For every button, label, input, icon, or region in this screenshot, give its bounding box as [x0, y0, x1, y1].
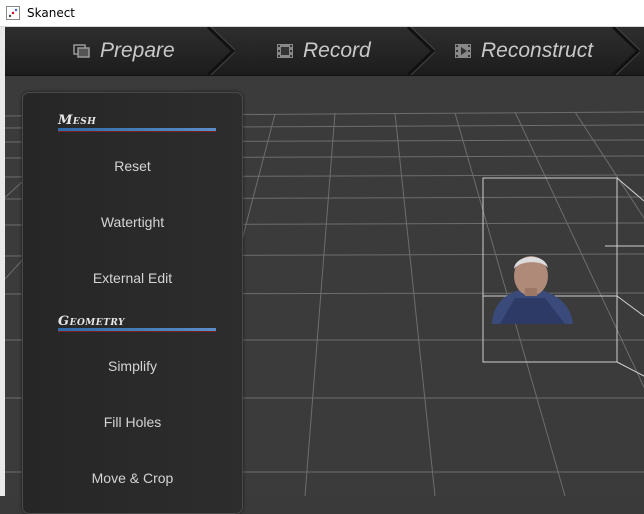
simplify-button[interactable]: Simplify — [23, 358, 242, 374]
tab-label: Reconstruct — [481, 39, 594, 62]
watertight-button[interactable]: Watertight — [23, 214, 242, 230]
scanned-mesh[interactable] — [492, 256, 573, 324]
bounding-box[interactable] — [482, 177, 644, 377]
section-divider — [58, 328, 216, 332]
tab-label: Prepare — [100, 39, 175, 62]
tab-separator — [206, 27, 235, 75]
section-title-mesh: Mesh — [58, 113, 97, 128]
move-crop-button[interactable]: Move & Crop — [23, 470, 242, 486]
tab-reconstruct[interactable]: Reconstruct — [453, 27, 593, 75]
section-divider — [58, 128, 216, 132]
tab-separator — [406, 27, 435, 75]
film-icon — [277, 44, 293, 58]
fill-holes-button[interactable]: Fill Holes — [23, 414, 242, 430]
external-edit-button[interactable]: External Edit — [23, 270, 242, 286]
skanect-app-icon — [6, 6, 20, 20]
film-play-icon — [455, 44, 471, 58]
section-title-geometry: Geometry — [58, 314, 125, 329]
tab-record[interactable]: Record — [275, 27, 371, 75]
window-title: Skanect — [27, 6, 75, 20]
tab-label: Record — [303, 39, 371, 62]
photos-icon — [73, 44, 90, 58]
tool-panel: Mesh Reset Watertight External Edit Geom… — [22, 92, 243, 514]
reset-button[interactable]: Reset — [23, 158, 242, 174]
tab-separator — [611, 27, 640, 75]
tab-prepare[interactable]: Prepare — [72, 27, 175, 75]
workflow-tabbar: Prepare Record Reconstruct — [5, 27, 644, 76]
window-titlebar: Skanect — [0, 0, 644, 27]
